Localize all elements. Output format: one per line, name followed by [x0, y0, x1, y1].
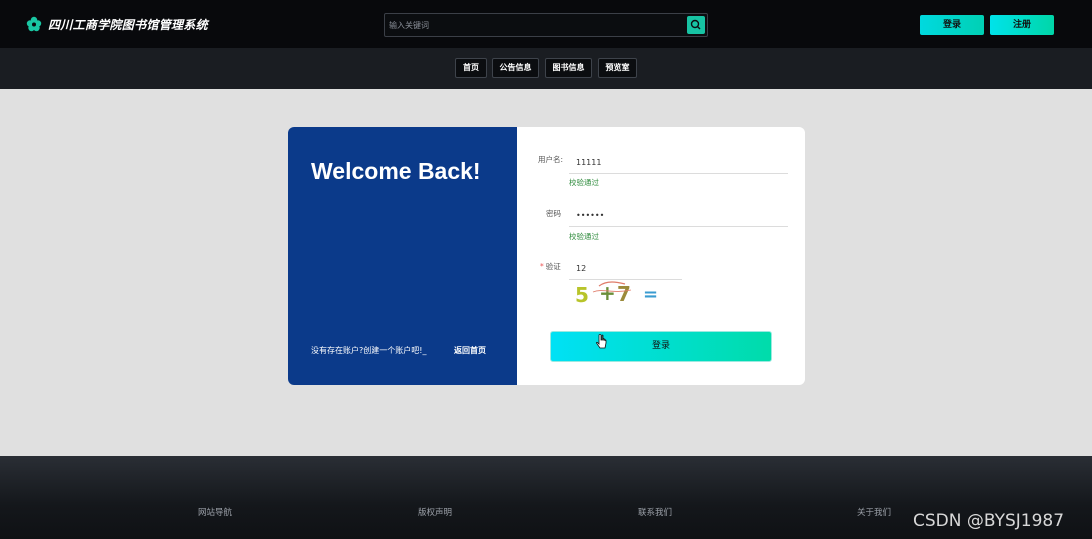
username-label: 用户名:: [538, 155, 564, 164]
watermark-text: CSDN @BYSJ1987: [913, 511, 1065, 531]
svg-text:=: =: [643, 284, 658, 305]
captcha-label: * 验证: [540, 261, 561, 272]
header-login-button[interactable]: 登录: [920, 15, 984, 35]
captcha-image[interactable]: 5 + 7 =: [573, 278, 673, 306]
footer-link-site-nav[interactable]: 网站导航: [198, 506, 232, 518]
search-icon: [690, 19, 701, 30]
search-box: [384, 13, 708, 37]
username-input[interactable]: [569, 152, 788, 174]
header-register-button[interactable]: 注册: [990, 15, 1054, 35]
login-submit-button[interactable]: 登录: [550, 331, 772, 362]
svg-text:5: 5: [575, 283, 589, 306]
top-bar: 四川工商学院图书馆管理系统 登录 注册: [0, 0, 1092, 48]
captcha-input[interactable]: [569, 258, 682, 280]
password-input[interactable]: [569, 205, 788, 227]
nav-item-reading-room[interactable]: 预览室: [598, 58, 637, 78]
mouse-cursor-icon: [596, 334, 607, 349]
username-valid-message: 校验通过: [569, 178, 599, 187]
password-label: 密码: [546, 209, 561, 218]
welcome-panel: Welcome Back! 没有存在账户?创建一个账户吧!_ 返回首页: [288, 127, 517, 385]
site-title: 四川工商学院图书馆管理系统: [48, 18, 208, 32]
required-mark: *: [540, 262, 544, 271]
login-card: Welcome Back! 没有存在账户?创建一个账户吧!_ 返回首页 用户名:…: [288, 127, 805, 385]
flower-logo-icon: [26, 16, 42, 32]
nav-item-home[interactable]: 首页: [455, 58, 487, 78]
captcha-label-text: 验证: [545, 262, 561, 271]
search-input[interactable]: [389, 16, 685, 34]
nav-item-announcements[interactable]: 公告信息: [492, 58, 539, 78]
nav-bar: 首页 公告信息 图书信息 预览室: [0, 48, 1092, 89]
create-account-link[interactable]: 没有存在账户?创建一个账户吧!_: [311, 345, 426, 356]
svg-text:7: 7: [617, 282, 631, 306]
welcome-heading: Welcome Back!: [311, 158, 481, 184]
footer-link-copyright[interactable]: 版权声明: [418, 506, 452, 518]
search-button[interactable]: [687, 16, 705, 34]
back-home-link[interactable]: 返回首页: [454, 345, 486, 356]
footer-link-about[interactable]: 关于我们: [857, 506, 891, 518]
password-valid-message: 校验通过: [569, 232, 599, 241]
footer-link-contact[interactable]: 联系我们: [638, 506, 672, 518]
nav-item-books[interactable]: 图书信息: [545, 58, 592, 78]
